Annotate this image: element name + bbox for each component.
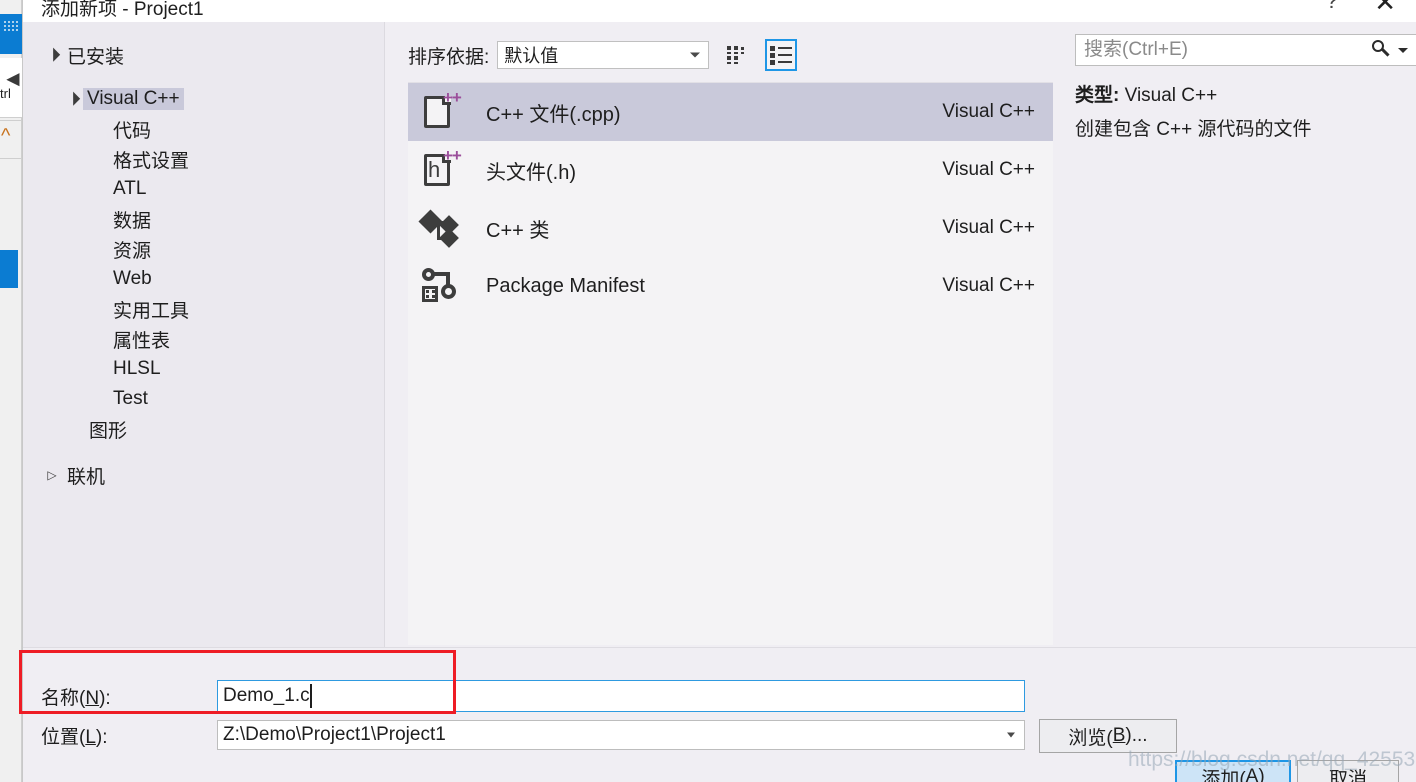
template-name: 头文件(.h): [486, 161, 576, 184]
sort-by-dropdown[interactable]: 默认值: [497, 41, 710, 69]
background-window-sliver: ◄ trl ^: [0, 0, 24, 782]
tree-item-property-sheets[interactable]: 属性表: [23, 324, 384, 354]
sort-by-value: 默认值: [504, 46, 559, 66]
location-value: Z:\Demo\Project1\Project1: [223, 724, 446, 745]
name-label: 名称(N):: [41, 687, 111, 709]
installed-templates-tree: 已安装 Visual C++ 代码 格式设置 ATL 数据: [23, 22, 385, 647]
dialog-body: 已安装 Visual C++ 代码 格式设置 ATL 数据: [19, 22, 1416, 782]
tree-item-label: 已安装: [67, 46, 125, 68]
template-name: C++ 文件(.cpp): [486, 103, 621, 126]
text-cursor: [310, 684, 312, 708]
twisty-open-icon[interactable]: [61, 91, 83, 107]
details-panel: 类型: Visual C++ 创建包含 C++ 源代码的文件: [1053, 22, 1416, 647]
watermark-text: https://blog.csdn.net/qq_42553797: [1128, 748, 1416, 771]
detail-type-label: 类型:: [1075, 85, 1120, 106]
tree-item-online[interactable]: 联机: [23, 460, 384, 490]
tree-item-graphics[interactable]: 图形: [23, 414, 384, 444]
background-dots: [3, 20, 18, 32]
tree-item-label: Web: [113, 268, 152, 289]
tree-item-label: Test: [113, 388, 148, 409]
tree-item-data[interactable]: 数据: [23, 204, 384, 234]
twisty-open-icon[interactable]: [41, 47, 63, 63]
tree-item-label: HLSL: [113, 358, 161, 379]
grid-view-icon: [727, 46, 747, 64]
tree-item-label: 联机: [67, 466, 106, 488]
sort-by-label: 排序依据:: [408, 46, 490, 68]
tree-item-atl[interactable]: ATL: [23, 174, 384, 204]
template-kind: Visual C++: [942, 217, 1035, 238]
cpp-class-icon: [416, 206, 466, 250]
dialog-titlebar: 添加新项 - Project1 ? ✕: [23, 0, 1416, 22]
tree-item-utility[interactable]: 实用工具: [23, 294, 384, 324]
tree-item-installed[interactable]: 已安装: [23, 40, 384, 70]
tree-item-web[interactable]: Web: [23, 264, 384, 294]
chevron-down-icon[interactable]: [1398, 47, 1408, 53]
tree-item-label: Visual C++: [83, 88, 184, 110]
grid-view-button[interactable]: [721, 39, 753, 71]
template-list[interactable]: ++ C++ 文件(.cpp) Visual C++ h ++ 头文件(.h): [408, 82, 1053, 645]
template-kind: Visual C++: [942, 159, 1035, 180]
add-new-item-dialog: 添加新项 - Project1 ? ✕ 已安装 Visual C++ 代码: [19, 0, 1416, 782]
background-divider-2: [0, 158, 22, 159]
cpp-file-icon: ++: [416, 89, 466, 134]
background-ctrl-text: trl: [0, 86, 11, 101]
detail-description: 创建包含 C++ 源代码的文件: [1075, 119, 1312, 140]
twisty-closed-icon[interactable]: [41, 468, 63, 482]
tree-item-label: 图形: [89, 420, 128, 442]
location-field-row: 位置(L): Z:\Demo\Project1\Project1: [41, 720, 1025, 750]
background-caret-icon: ^: [1, 125, 11, 147]
tree-item-code[interactable]: 代码: [23, 114, 384, 144]
chevron-down-icon: [690, 52, 701, 58]
tree-item-label: 数据: [113, 210, 152, 232]
tree-item-label: ATL: [113, 178, 147, 199]
list-view-button[interactable]: [765, 39, 798, 71]
template-row-cpp-file[interactable]: ++ C++ 文件(.cpp) Visual C++: [408, 83, 1053, 141]
search-icon[interactable]: [1368, 37, 1394, 63]
tree-item-resource[interactable]: 资源: [23, 234, 384, 264]
dialog-title: 添加新项 - Project1: [41, 0, 204, 20]
chevron-down-icon: [1007, 732, 1015, 738]
detail-type-value: Visual C++: [1124, 85, 1218, 106]
template-name: Package Manifest: [486, 274, 645, 297]
name-field-row: 名称(N):: [41, 680, 1025, 712]
background-accent-mid: [0, 250, 18, 288]
location-label: 位置(L):: [41, 726, 108, 748]
search-input[interactable]: [1076, 38, 1368, 62]
package-manifest-icon: [416, 264, 466, 308]
tree-item-label: 资源: [113, 240, 152, 262]
help-icon[interactable]: ?: [1326, 0, 1338, 14]
template-row-package-manifest[interactable]: Package Manifest Visual C++: [408, 257, 1053, 315]
tree-item-hlsl[interactable]: HLSL: [23, 354, 384, 384]
location-combobox[interactable]: Z:\Demo\Project1\Project1: [217, 720, 1025, 750]
tree-item-label: 格式设置: [113, 150, 190, 172]
close-icon[interactable]: ✕: [1374, 0, 1396, 18]
template-name: C++ 类: [486, 219, 550, 242]
tree-item-label: 实用工具: [113, 300, 190, 322]
tree-item-label: 属性表: [113, 330, 171, 352]
list-view-icon: [770, 46, 793, 65]
detail-type: 类型: Visual C++: [1075, 80, 1217, 107]
sort-toolbar: 排序依据: 默认值: [408, 34, 1053, 76]
tree-item-label: 代码: [113, 120, 152, 142]
templates-panel: 排序依据: 默认值 ++ C++ 文件(.cpp) Visual C++ h +…: [386, 22, 1053, 647]
tree-item-test[interactable]: Test: [23, 384, 384, 414]
tree-item-formatting[interactable]: 格式设置: [23, 144, 384, 174]
screenshot-root: ◄ trl ^ 添加新项 - Project1 ? ✕ 已安装: [0, 0, 1416, 782]
tree-item-visual-cpp[interactable]: Visual C++: [23, 84, 384, 114]
header-file-icon: h ++: [416, 147, 466, 192]
search-box[interactable]: [1075, 34, 1416, 66]
name-input[interactable]: [217, 680, 1025, 712]
template-row-cpp-class[interactable]: C++ 类 Visual C++: [408, 199, 1053, 257]
template-kind: Visual C++: [942, 275, 1035, 296]
template-kind: Visual C++: [942, 101, 1035, 122]
background-divider-1: [0, 120, 22, 121]
template-row-header-file[interactable]: h ++ 头文件(.h) Visual C++: [408, 141, 1053, 199]
